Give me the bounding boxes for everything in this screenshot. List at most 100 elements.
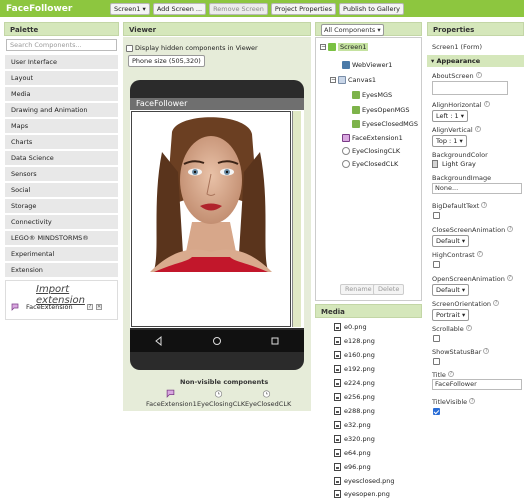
help-icon[interactable]: ? [481, 202, 488, 208]
about-screen-textarea[interactable] [432, 81, 508, 95]
media-file[interactable]: e0.png [334, 323, 367, 331]
palette-category[interactable]: Experimental [5, 247, 118, 262]
help-icon[interactable]: ? [483, 348, 490, 354]
big-default-text-checkbox[interactable] [433, 212, 440, 219]
face-image [150, 117, 272, 272]
phone-size-select[interactable]: Phone size (505,320) [128, 55, 205, 67]
media-file-name: eyesclosed.png [344, 477, 395, 485]
palette-category[interactable]: Connectivity [5, 215, 118, 230]
media-file[interactable]: e128.png [334, 337, 375, 345]
tree-item-clock[interactable]: EyeClosedCLK [342, 160, 398, 168]
hidden-components-toggle[interactable]: Display hidden components in Viewer [126, 44, 258, 52]
close-animation-select[interactable]: Default ▾ [432, 235, 470, 247]
media-file[interactable]: e160.png [334, 351, 375, 359]
palette-category[interactable]: Extension [5, 263, 118, 278]
media-file-name: e160.png [344, 351, 375, 359]
title-visible-checkbox[interactable] [433, 408, 440, 415]
help-icon[interactable]: ? [447, 371, 454, 377]
palette-category[interactable]: Charts [5, 135, 118, 150]
nonvisible-item[interactable]: FaceExtension1 [146, 400, 197, 408]
help-icon[interactable]: ? [483, 101, 490, 107]
media-file[interactable]: e320.png [334, 435, 375, 443]
align-vertical-select[interactable]: Top : 1 ▾ [432, 135, 467, 147]
appearance-section[interactable]: ▾ Appearance [427, 55, 524, 67]
help-icon[interactable]: ? [476, 251, 483, 257]
collapse-icon[interactable]: − [330, 77, 336, 83]
palette-category[interactable]: User Interface [5, 55, 118, 70]
help-icon[interactable]: ? [475, 72, 482, 78]
palette-category[interactable]: Layout [5, 71, 118, 86]
media-file[interactable]: e288.png [334, 407, 375, 415]
components-filter-select[interactable]: All Components ▾ [321, 24, 384, 36]
high-contrast-checkbox[interactable] [433, 261, 440, 268]
help-icon[interactable]: ? [474, 126, 481, 132]
help-icon[interactable]: ? [87, 304, 93, 310]
background-image-picker[interactable]: None... [432, 183, 522, 194]
tree-label: EyesOpenMGS [362, 106, 410, 114]
prop-label: ShowStatusBar? [432, 348, 490, 356]
palette-category[interactable]: Maps [5, 119, 118, 134]
media-file-name: e128.png [344, 337, 375, 345]
back-icon[interactable] [154, 336, 164, 346]
palette-category[interactable]: Sensors [5, 167, 118, 182]
screen-orientation-select[interactable]: Portrait ▾ [432, 309, 470, 321]
tree-label: EyesMGS [362, 91, 393, 99]
tree-item-sprite[interactable]: EyesMGS [352, 91, 392, 99]
canvas[interactable] [131, 111, 291, 327]
media-file[interactable]: e64.png [334, 449, 371, 457]
prop-label: BackgroundColor [432, 151, 488, 159]
help-icon[interactable]: ? [493, 300, 500, 306]
scrollable-checkbox[interactable] [433, 335, 440, 342]
palette-category[interactable]: LEGO® MINDSTORMS® [5, 231, 118, 246]
tree-item-sprite[interactable]: EyesOpenMGS [352, 106, 409, 114]
collapse-triangle-icon: ▾ [431, 57, 435, 65]
nonvisible-item[interactable]: EyeClosingCLK [197, 400, 245, 408]
hidden-components-checkbox[interactable] [126, 44, 133, 52]
media-file[interactable]: e192.png [334, 365, 375, 373]
media-file[interactable]: e224.png [334, 379, 375, 387]
tree-item-extension[interactable]: FaceExtension1 [342, 134, 403, 142]
background-color-value: Light Gray [442, 160, 476, 168]
canvas-icon [338, 76, 346, 84]
media-file-name: e64.png [344, 449, 371, 457]
media-file[interactable]: eyesopen.png [334, 490, 390, 498]
recents-icon[interactable] [270, 336, 280, 346]
title-input[interactable]: FaceFollower [432, 379, 522, 390]
help-icon[interactable]: ? [506, 275, 513, 281]
rename-button[interactable]: Rename [340, 284, 377, 295]
tree-item-webviewer[interactable]: WebViewer1 [342, 61, 392, 69]
palette-category[interactable]: Data Science [5, 151, 118, 166]
tree-item-canvas[interactable]: − Canvas1 [330, 76, 376, 84]
background-color-picker[interactable]: Light Gray [432, 160, 476, 168]
show-status-bar-checkbox[interactable] [433, 358, 440, 365]
media-file[interactable]: e256.png [334, 393, 375, 401]
media-file[interactable]: e96.png [334, 463, 371, 471]
palette-category[interactable]: Drawing and Animation [5, 103, 118, 118]
help-icon[interactable]: ? [469, 398, 476, 404]
image-file-icon [334, 463, 341, 471]
publish-gallery-button[interactable]: Publish to Gallery [339, 2, 405, 15]
media-file[interactable]: eyesclosed.png [334, 477, 395, 485]
help-icon[interactable]: ? [507, 226, 514, 232]
search-input[interactable]: Search Components... [6, 39, 117, 51]
extension-item[interactable]: FaceExtension ? ✕ [11, 303, 102, 311]
tree-item-screen1[interactable]: − Screen1 [320, 43, 369, 51]
tree-item-clock[interactable]: EyeClosingCLK [342, 147, 400, 155]
palette-category[interactable]: Storage [5, 199, 118, 214]
media-file[interactable]: e32.png [334, 421, 371, 429]
add-screen-button[interactable]: Add Screen ... [152, 2, 207, 15]
palette-category[interactable]: Media [5, 87, 118, 102]
open-animation-select[interactable]: Default ▾ [432, 284, 470, 296]
help-icon[interactable]: ? [465, 325, 472, 331]
screen-select[interactable]: Screen1 ▾ [110, 2, 150, 15]
delete-icon[interactable]: ✕ [96, 304, 102, 310]
delete-button[interactable]: Delete [373, 284, 405, 295]
collapse-icon[interactable]: − [320, 44, 326, 50]
palette-category[interactable]: Social [5, 183, 118, 198]
align-horizontal-select[interactable]: Left : 1 ▾ [432, 110, 469, 122]
nonvisible-item[interactable]: EyeClosedCLK [245, 400, 291, 408]
project-properties-button[interactable]: Project Properties [270, 2, 337, 15]
tree-item-sprite[interactable]: EyeseClosedMGS [352, 120, 418, 128]
home-icon[interactable] [212, 336, 222, 346]
remove-screen-button[interactable]: Remove Screen [209, 2, 268, 15]
